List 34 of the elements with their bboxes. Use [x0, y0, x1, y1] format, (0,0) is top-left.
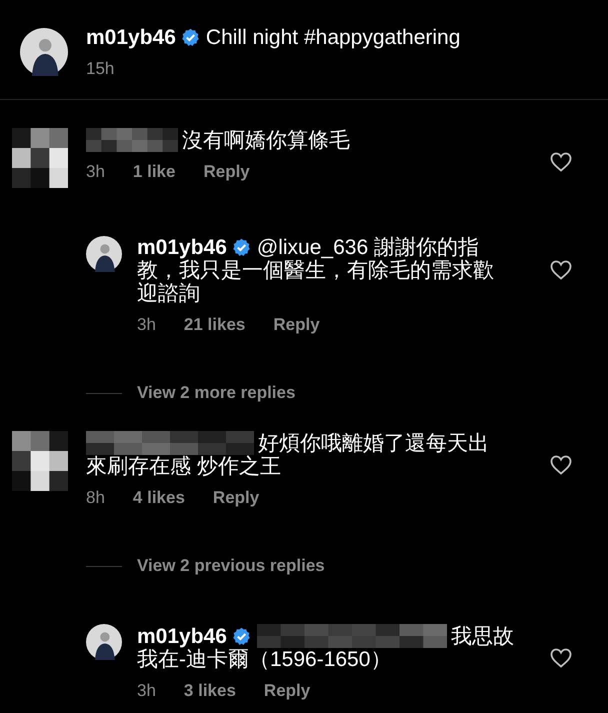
avatar[interactable]: [86, 236, 122, 272]
timestamp: 3h: [137, 681, 156, 701]
reply-link[interactable]: Reply: [212, 488, 260, 508]
heart-icon[interactable]: [550, 260, 572, 280]
view-replies-link[interactable]: View 2 previous replies: [137, 556, 325, 576]
likes-count[interactable]: 1 like: [132, 162, 176, 182]
reply-link[interactable]: Reply: [203, 162, 250, 182]
timestamp: 3h: [137, 315, 156, 335]
comment-text: 教，我只是一個醫生，有除毛的需求歡: [137, 259, 494, 282]
heart-icon[interactable]: [550, 648, 572, 668]
heart-icon[interactable]: [550, 455, 572, 475]
avatar[interactable]: [86, 624, 122, 660]
comment-text: 好煩你哦離婚了還每天出: [258, 432, 489, 455]
comment-text: 我在-迪卡爾（1596-1650）: [137, 648, 392, 671]
reply-link[interactable]: Reply: [264, 681, 310, 701]
username[interactable]: m01yb46: [86, 26, 176, 49]
likes-count[interactable]: 4 likes: [132, 488, 185, 508]
timestamp: 3h: [86, 162, 105, 182]
view-replies-link[interactable]: View 2 more replies: [137, 383, 296, 403]
heart-icon[interactable]: [550, 152, 572, 172]
comment-text: Chill night #happygathering: [206, 26, 460, 49]
reply-link[interactable]: Reply: [273, 315, 320, 335]
comment-text: 迎諮詢: [137, 282, 200, 305]
username[interactable]: m01yb46: [137, 625, 227, 648]
avatar[interactable]: [20, 28, 68, 76]
likes-count[interactable]: 21 likes: [184, 315, 246, 335]
username[interactable]: m01yb46: [137, 236, 227, 259]
comment-text: 沒有啊嬌你算條毛: [182, 129, 350, 152]
likes-count[interactable]: 3 likes: [184, 681, 236, 701]
comment-text: @lixue_636 謝謝你的指: [256, 236, 479, 259]
timestamp: 15h: [86, 59, 114, 79]
timestamp: 8h: [86, 488, 105, 508]
comment-text: 來刷存在感 炒作之王: [86, 455, 281, 478]
comment-text: 我思故: [450, 625, 514, 648]
